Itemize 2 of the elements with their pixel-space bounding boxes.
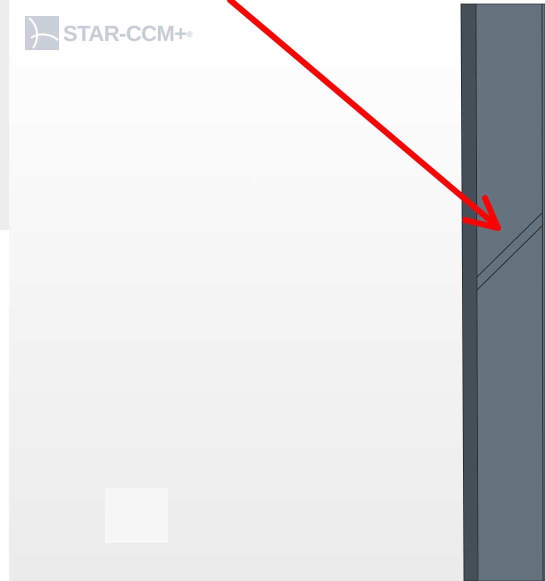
logo-text: STAR-CCM+$^{®}$ [63,20,192,48]
logo-icon [25,16,59,50]
